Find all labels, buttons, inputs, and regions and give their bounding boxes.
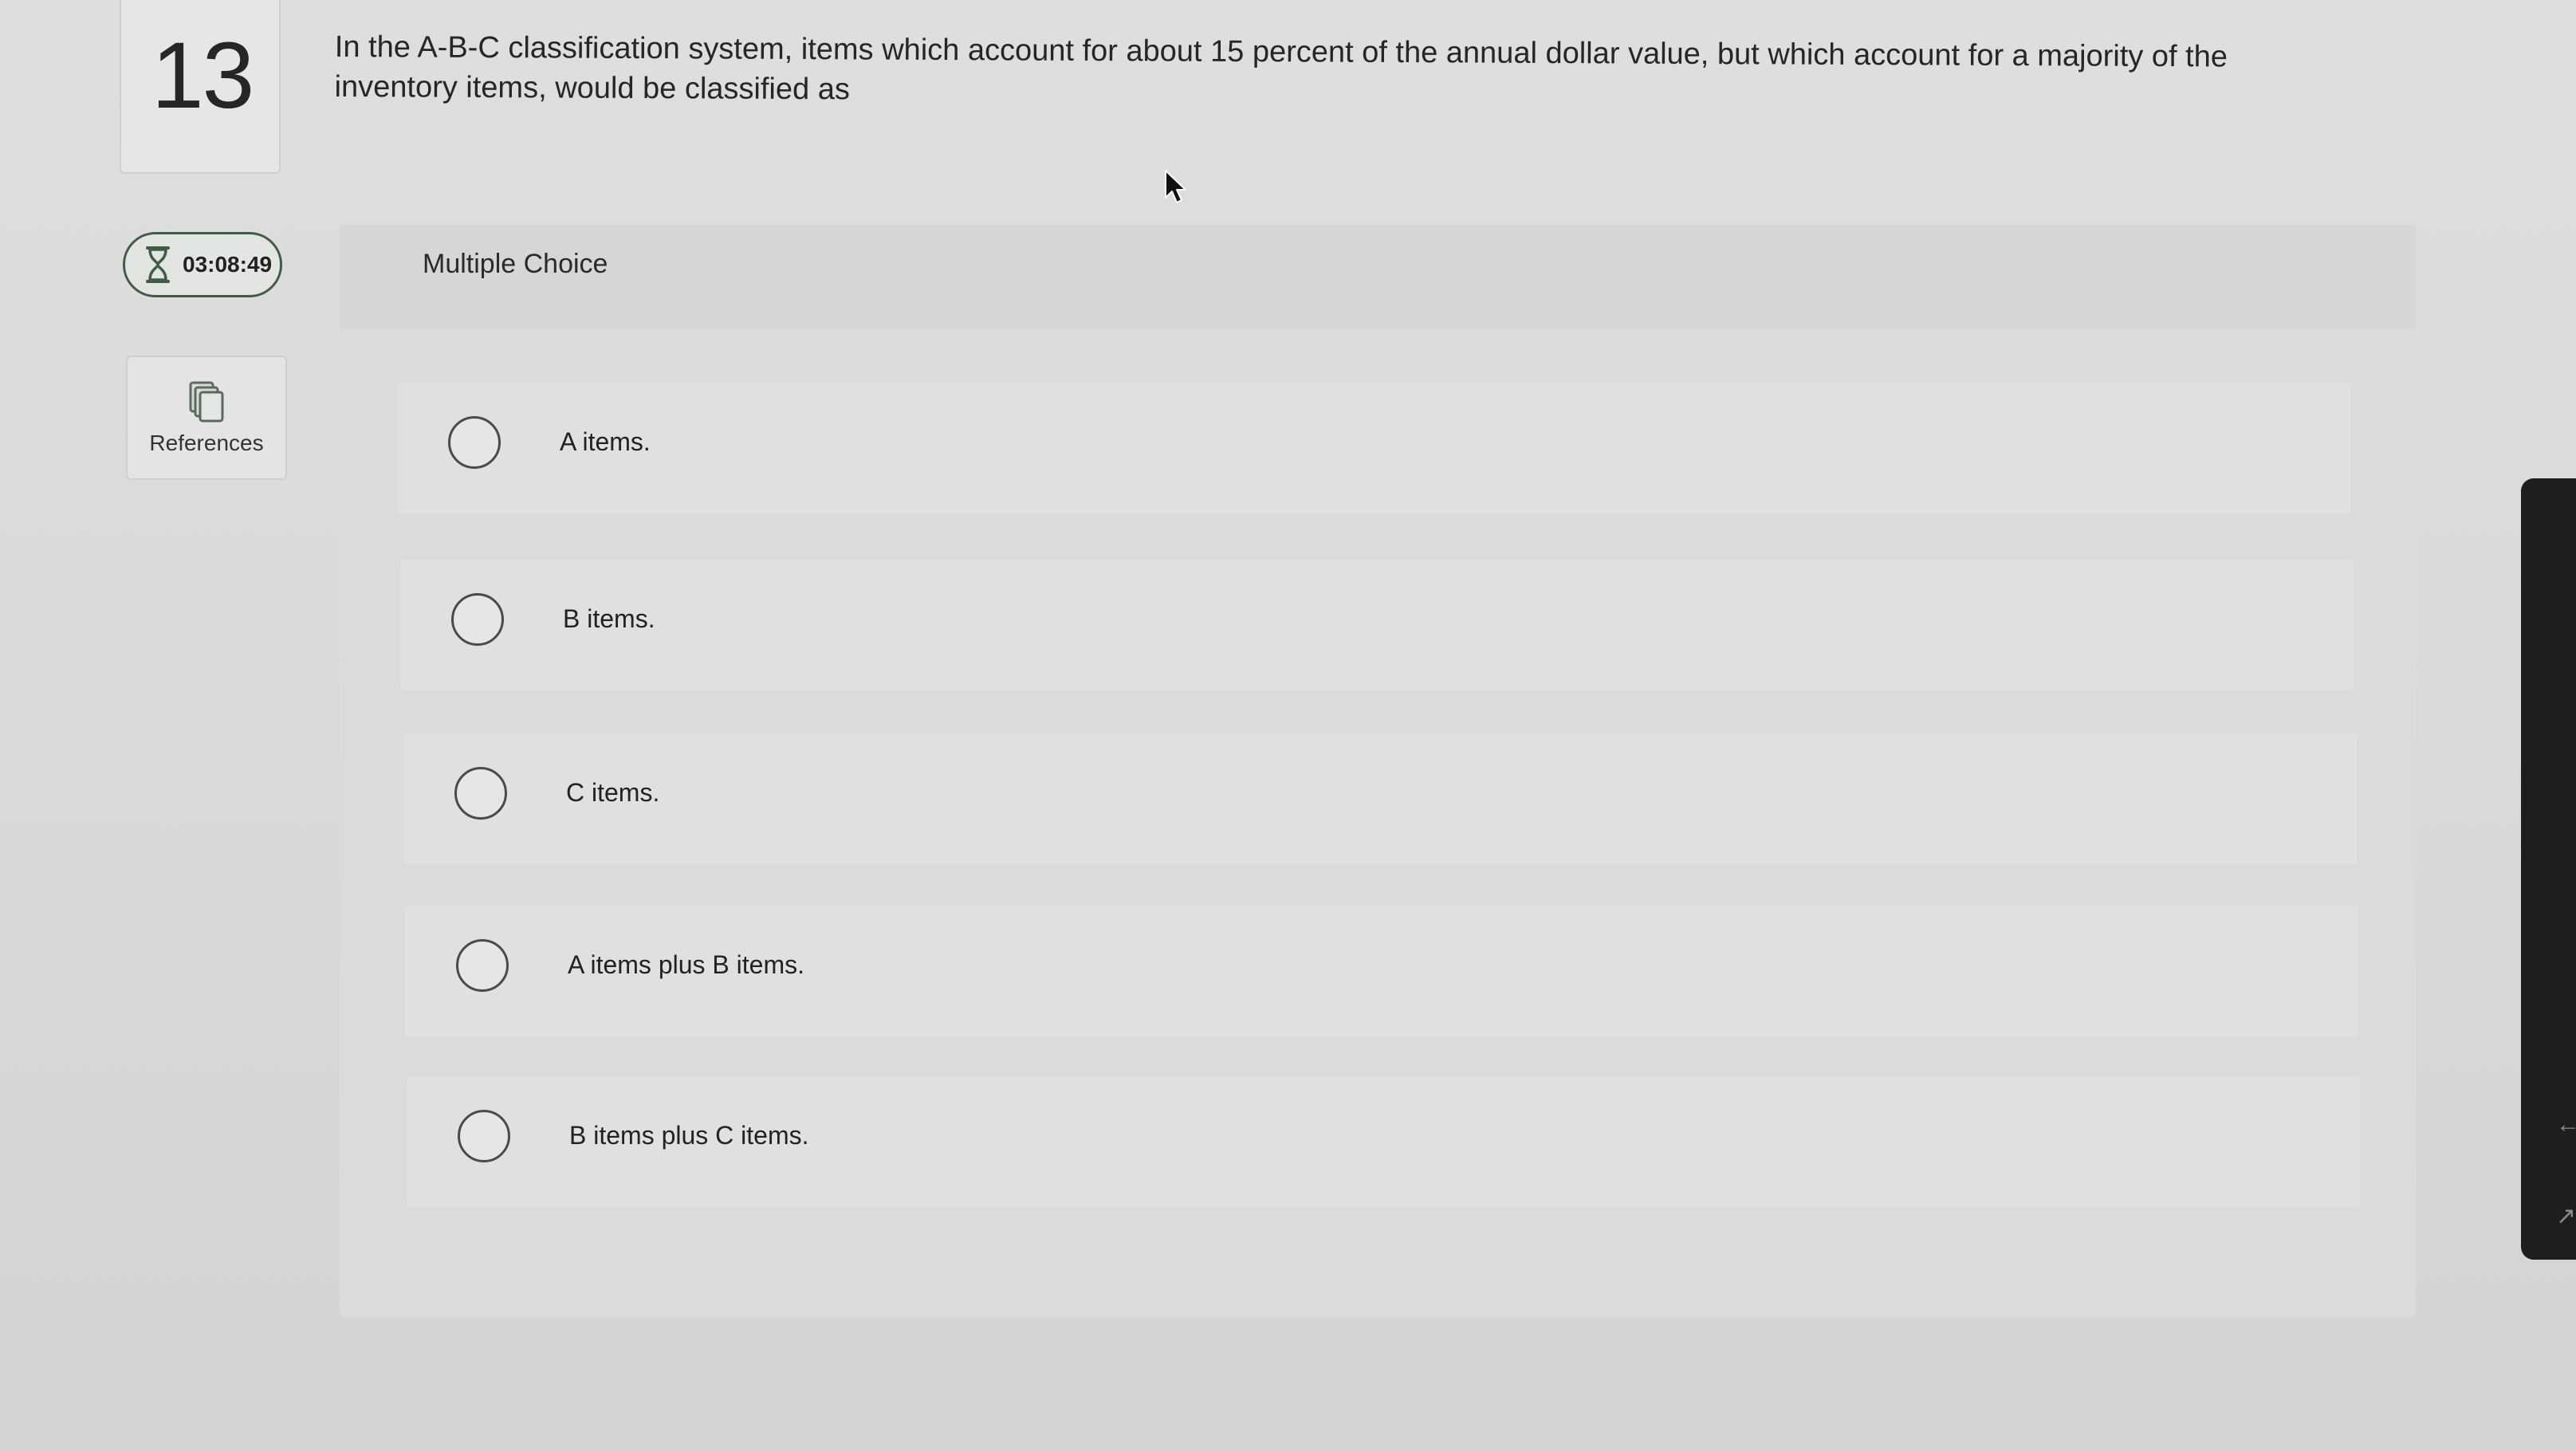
radio-button[interactable]: [458, 1110, 510, 1162]
timer-badge[interactable]: 03:08:49: [123, 232, 282, 297]
arrow-up-right-icon[interactable]: ↗: [2556, 1202, 2576, 1230]
radio-button[interactable]: [456, 939, 509, 992]
mouse-cursor-icon: [1165, 170, 1186, 203]
option-c[interactable]: C items.: [403, 733, 2357, 864]
option-label: A items plus B items.: [568, 950, 804, 979]
side-panel-edge[interactable]: [2521, 478, 2576, 1260]
panel-header: Multiple Choice: [340, 225, 2416, 328]
option-label: B items plus C items.: [569, 1121, 809, 1150]
choice-panel: Multiple Choice A items. B items. C item…: [340, 225, 2416, 1317]
question-number: 13: [151, 23, 254, 128]
radio-button[interactable]: [454, 767, 507, 820]
panel-title: Multiple Choice: [423, 249, 608, 279]
radio-button[interactable]: [448, 416, 501, 469]
arrow-left-icon[interactable]: ←: [2556, 1111, 2576, 1138]
option-a[interactable]: A items.: [397, 383, 2350, 513]
copy-pages-icon: [189, 381, 224, 423]
option-label: A items.: [560, 427, 651, 456]
timer-value: 03:08:49: [183, 252, 273, 277]
option-b-plus-c[interactable]: B items plus C items.: [407, 1076, 2360, 1207]
question-text: In the A-B-C classification system, item…: [334, 29, 2228, 107]
hourglass-icon: [146, 246, 170, 283]
option-b[interactable]: B items.: [400, 560, 2354, 690]
references-button[interactable]: References: [126, 356, 287, 480]
radio-button[interactable]: [451, 593, 504, 646]
references-label: References: [149, 431, 264, 455]
option-label: B items.: [563, 604, 655, 633]
option-label: C items.: [566, 778, 660, 807]
option-a-plus-b[interactable]: A items plus B items.: [405, 906, 2358, 1036]
